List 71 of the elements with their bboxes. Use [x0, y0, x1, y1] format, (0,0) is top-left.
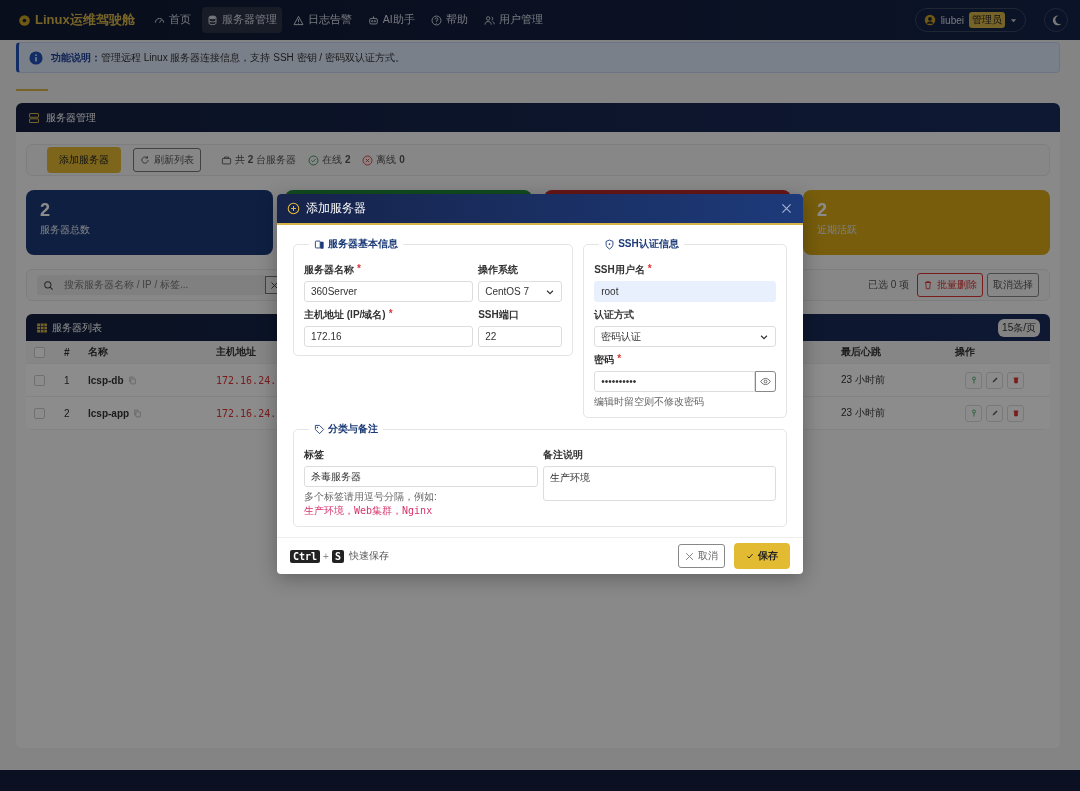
field-label: 密码: [594, 353, 615, 367]
refresh-button[interactable]: 刷新列表: [133, 148, 201, 172]
field-label: 标签: [304, 448, 324, 462]
field-hint: 多个标签请用逗号分隔，例如: 生产环境，Web集群，Nginx: [304, 490, 438, 518]
clear-selection-button[interactable]: 取消选择: [987, 273, 1039, 297]
host-address: 172.16.24.: [216, 374, 277, 386]
input-field[interactable]: root: [594, 281, 776, 302]
section-legend: 服务器基本信息: [328, 237, 398, 251]
field-label: 备注说明: [542, 448, 583, 462]
dialog-title: 添加服务器: [306, 201, 366, 216]
server-name: lcsp-app: [88, 407, 130, 419]
column-header: 操作: [955, 345, 975, 359]
textarea-field[interactable]: 生产环境: [542, 466, 776, 501]
field-label: 认证方式: [594, 308, 635, 322]
cancel-button[interactable]: 取消: [678, 544, 725, 568]
save-button[interactable]: 保存: [734, 543, 790, 569]
section-legend: 分类与备注: [328, 422, 378, 436]
brand-name: Linux运维驾驶舱: [35, 11, 135, 29]
alert-text: 功能说明：管理远程 Linux 服务器连接信息，支持 SSH 密钥 / 密码双认证方式。: [51, 50, 405, 65]
input-field[interactable]: 22: [478, 326, 563, 347]
nav-tab[interactable]: 用户管理: [478, 7, 548, 33]
table-title: 服务器列表: [52, 320, 102, 335]
column-header: 主机地址: [216, 345, 256, 359]
required-mark: *: [388, 308, 393, 321]
select-field[interactable]: 密码认证: [594, 326, 776, 347]
column-header: #: [64, 346, 70, 358]
field-label: SSH端口: [478, 308, 519, 322]
stat-label: 服务器总数: [40, 223, 91, 237]
nav-tab[interactable]: AI助手: [362, 7, 420, 33]
nav-tab[interactable]: 帮助: [425, 7, 473, 33]
required-mark: *: [647, 263, 652, 276]
column-header: 最后心跳: [841, 345, 881, 359]
keyboard-key: Ctrl: [290, 549, 321, 563]
key-separator: +: [323, 550, 329, 562]
shortcut-hint: 快速保存: [348, 549, 389, 563]
field-label: 主机地址 (IP/域名): [304, 308, 386, 322]
table-cell: 1: [64, 374, 70, 386]
field-hint: 编辑时留空则不修改密码: [594, 395, 706, 409]
stat-label: 近期活跃: [817, 223, 858, 237]
nav-tab[interactable]: 日志告警: [287, 7, 357, 33]
input-field[interactable]: 杀毒服务器: [304, 466, 538, 487]
batch-delete-button[interactable]: 批量删除: [917, 273, 983, 297]
host-address: 172.16.24.: [216, 407, 277, 419]
input-field[interactable]: 172.16: [304, 326, 474, 347]
field-label: 服务器名称: [304, 263, 354, 277]
stat-text: 在线 2: [322, 153, 351, 167]
stat-text: 共 2 台服务器: [235, 153, 297, 167]
keyboard-key: S: [331, 549, 344, 563]
stat-text: 离线 0: [376, 153, 405, 167]
select-field[interactable]: CentOS 7: [478, 281, 563, 302]
section-legend: SSH认证信息: [618, 237, 679, 251]
password-field[interactable]: ••••••••••: [594, 371, 755, 392]
role-badge: 管理员: [969, 12, 1005, 28]
server-name: lcsp-db: [88, 374, 124, 386]
table-cell: 23 小时前: [841, 373, 885, 387]
selection-count: 已选 0 项: [867, 278, 909, 292]
add-server-button[interactable]: 添加服务器: [47, 147, 121, 173]
required-mark: *: [617, 353, 622, 366]
field-label: SSH用户名: [594, 263, 645, 277]
nav-tab[interactable]: 服务器管理: [201, 7, 282, 33]
nav-tab[interactable]: 首页: [148, 7, 196, 33]
page-size-badge: 15条/页: [998, 318, 1040, 337]
table-cell: 2: [64, 407, 70, 419]
panel-title: 服务器管理: [46, 110, 96, 125]
stat-value: 2: [40, 200, 51, 221]
stat-value: 2: [817, 200, 828, 221]
input-field[interactable]: 360Server: [304, 281, 474, 302]
column-header: 名称: [88, 345, 108, 359]
table-cell: 23 小时前: [841, 406, 885, 420]
required-mark: *: [357, 263, 361, 276]
field-label: 操作系统: [478, 263, 519, 277]
